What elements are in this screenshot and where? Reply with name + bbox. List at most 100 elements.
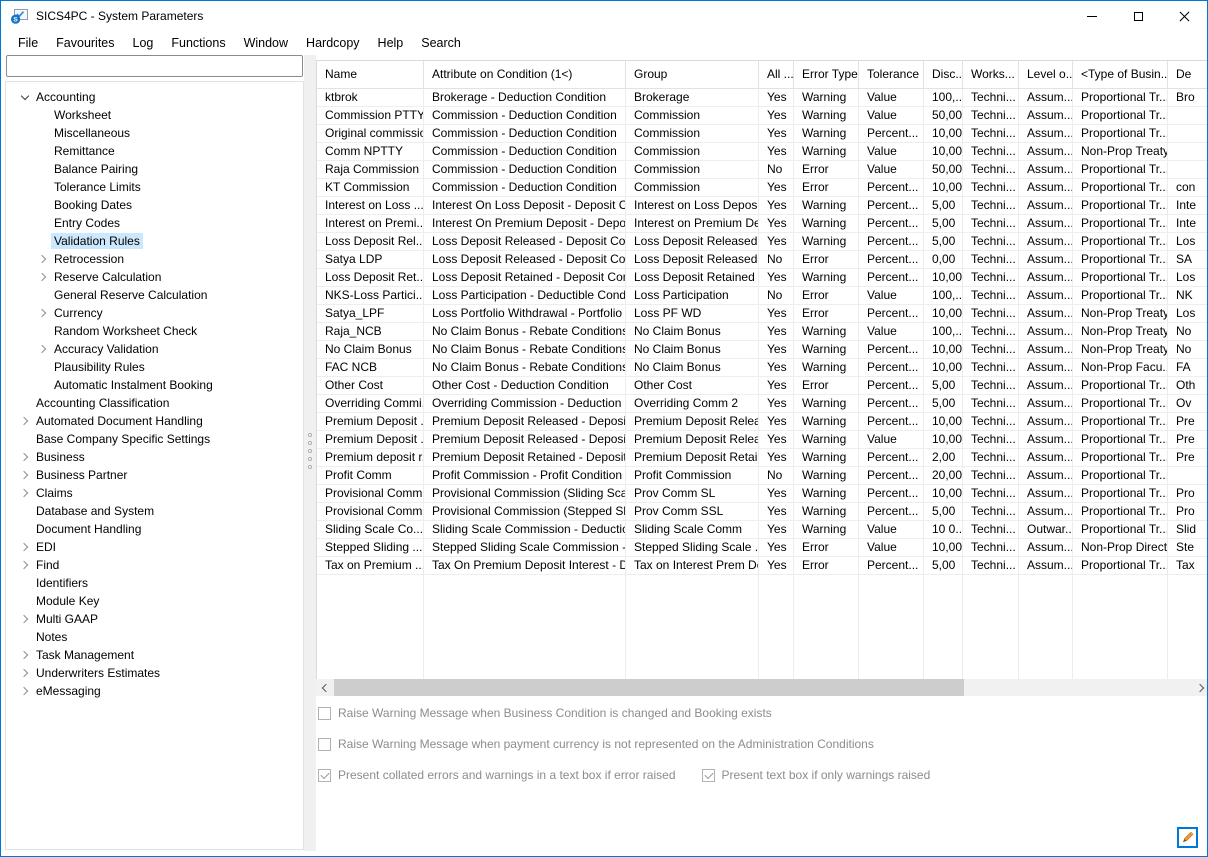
column-header[interactable]: Level o... [1019,61,1073,88]
chevron-right-icon[interactable] [16,670,33,676]
tree-item[interactable]: EDI [6,538,303,556]
tree-item[interactable]: Identifiers [6,574,303,592]
tree-item[interactable]: Currency [6,304,303,322]
grid-row[interactable]: Profit CommProfit Commission - Profit Co… [317,467,1208,485]
scroll-left-button[interactable] [316,679,333,696]
grid-row[interactable]: Loss Deposit Ret...Loss Deposit Retained… [317,269,1208,287]
column-header[interactable]: De [1168,61,1208,88]
tree-item[interactable]: Base Company Specific Settings [6,430,303,448]
tree-item[interactable]: Underwriters Estimates [6,664,303,682]
menu-item-log[interactable]: Log [124,33,163,53]
column-header[interactable]: Attribute on Condition (1<) [424,61,626,88]
menu-item-favourites[interactable]: Favourites [47,33,123,53]
menu-item-functions[interactable]: Functions [162,33,234,53]
tree-item[interactable]: Module Key [6,592,303,610]
tree-item[interactable]: Accounting [6,88,303,106]
tree-item[interactable]: Validation Rules [6,232,303,250]
grid-row[interactable]: Tax on Premium ...Tax On Premium Deposit… [317,557,1208,575]
tree-item[interactable]: Miscellaneous [6,124,303,142]
grid-row[interactable]: Original commissionCommission - Deductio… [317,125,1208,143]
grid-row[interactable]: Overriding Commi...Overriding Commission… [317,395,1208,413]
grid-row[interactable]: Commission PTTYCommission - Deduction Co… [317,107,1208,125]
grid-row[interactable]: Interest on Premi...Interest On Premium … [317,215,1208,233]
grid-row[interactable]: Loss Deposit Rel...Loss Deposit Released… [317,233,1208,251]
chevron-right-icon[interactable] [34,256,51,262]
column-header[interactable]: All ... [759,61,794,88]
menu-item-search[interactable]: Search [412,33,470,53]
grid-row[interactable]: NKS-Loss Partici...Loss Participation - … [317,287,1208,305]
menu-item-file[interactable]: File [9,33,47,53]
scrollbar-thumb[interactable] [334,679,964,696]
chevron-right-icon[interactable] [16,490,33,496]
tree-item[interactable]: Claims [6,484,303,502]
grid-row[interactable]: Comm NPTTYCommission - Deduction Conditi… [317,143,1208,161]
tree-item[interactable]: Document Handling [6,520,303,538]
panel-splitter[interactable] [304,55,316,851]
horizontal-scrollbar[interactable] [316,679,1208,696]
tree-item[interactable]: Database and System [6,502,303,520]
tree-item[interactable]: Random Worksheet Check [6,322,303,340]
sidebar-search-input[interactable] [6,55,303,77]
tree-item[interactable]: Multi GAAP [6,610,303,628]
column-header[interactable]: Tolerance [859,61,924,88]
grid-row[interactable]: No Claim BonusNo Claim Bonus - Rebate Co… [317,341,1208,359]
tree-item[interactable]: Entry Codes [6,214,303,232]
menu-item-hardcopy[interactable]: Hardcopy [297,33,369,53]
tree-item[interactable]: eMessaging [6,682,303,700]
tree-item[interactable]: Balance Pairing [6,160,303,178]
tree-item[interactable]: Booking Dates [6,196,303,214]
tree-item[interactable]: Remittance [6,142,303,160]
chevron-right-icon[interactable] [16,544,33,550]
grid-row[interactable]: Raja CommissionCommission - Deduction Co… [317,161,1208,179]
grid-row[interactable]: Other CostOther Cost - Deduction Conditi… [317,377,1208,395]
tree-item[interactable]: Retrocession [6,250,303,268]
minimize-button[interactable] [1069,1,1115,31]
tree-item[interactable]: Task Management [6,646,303,664]
tree-item[interactable]: Plausibility Rules [6,358,303,376]
tree-item[interactable]: Worksheet [6,106,303,124]
column-header[interactable]: Disc... [924,61,963,88]
grid-row[interactable]: FAC NCBNo Claim Bonus - Rebate Condition… [317,359,1208,377]
grid-row[interactable]: Provisional Comm...Provisional Commissio… [317,503,1208,521]
grid-row[interactable]: Stepped Sliding ...Stepped Sliding Scale… [317,539,1208,557]
tree-item[interactable]: Automated Document Handling [6,412,303,430]
menu-item-window[interactable]: Window [235,33,297,53]
maximize-button[interactable] [1115,1,1161,31]
column-header[interactable]: <Type of Busin... [1073,61,1168,88]
tree-item[interactable]: Accounting Classification [6,394,303,412]
grid-row[interactable]: Satya_LPFLoss Portfolio Withdrawal - Por… [317,305,1208,323]
tree-item[interactable]: Business [6,448,303,466]
scrollbar-track[interactable] [333,679,1192,696]
edit-mode-button[interactable] [1177,827,1198,848]
chevron-right-icon[interactable] [16,472,33,478]
grid-row[interactable]: KT CommissionCommission - Deduction Cond… [317,179,1208,197]
grid-row[interactable]: Raja_NCBNo Claim Bonus - Rebate Conditio… [317,323,1208,341]
tree-item[interactable]: Reserve Calculation [6,268,303,286]
grid-row[interactable]: Satya LDPLoss Deposit Released - Deposit… [317,251,1208,269]
chevron-right-icon[interactable] [34,274,51,280]
tree-item[interactable]: Business Partner [6,466,303,484]
chevron-right-icon[interactable] [16,652,33,658]
close-button[interactable] [1161,1,1207,31]
tree-item[interactable]: Tolerance Limits [6,178,303,196]
chevron-right-icon[interactable] [34,346,51,352]
tree-item[interactable]: Notes [6,628,303,646]
column-header[interactable]: Name [317,61,424,88]
grid-row[interactable]: Provisional Comm...Provisional Commissio… [317,485,1208,503]
chevron-right-icon[interactable] [16,616,33,622]
grid-row[interactable]: Interest on Loss ...Interest On Loss Dep… [317,197,1208,215]
grid-row[interactable]: Premium Deposit ...Premium Deposit Relea… [317,431,1208,449]
scroll-right-button[interactable] [1192,679,1208,696]
grid-row[interactable]: ktbrokBrokerage - Deduction ConditionBro… [317,89,1208,107]
grid-row[interactable]: Premium deposit r...Premium Deposit Reta… [317,449,1208,467]
chevron-right-icon[interactable] [16,562,33,568]
chevron-down-icon[interactable] [16,95,33,99]
chevron-right-icon[interactable] [16,418,33,424]
menu-item-help[interactable]: Help [369,33,413,53]
chevron-right-icon[interactable] [16,688,33,694]
chevron-right-icon[interactable] [34,310,51,316]
column-header[interactable]: Works... [963,61,1019,88]
tree-item[interactable]: Automatic Instalment Booking [6,376,303,394]
grid-row[interactable]: Sliding Scale Co...Sliding Scale Commiss… [317,521,1208,539]
chevron-right-icon[interactable] [16,454,33,460]
